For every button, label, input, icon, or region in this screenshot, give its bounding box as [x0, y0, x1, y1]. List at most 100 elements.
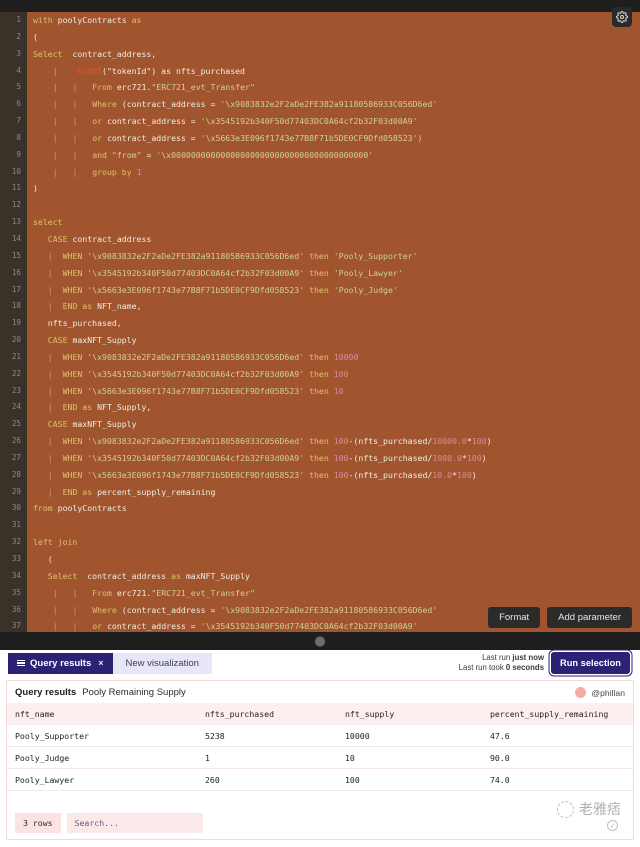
last-run-line: Last run just now — [482, 652, 545, 662]
code-line[interactable]: 30 from poolyContracts — [0, 500, 640, 518]
code-line[interactable]: 22 | WHEN '\x3545192b340F50d77403DC0A64c… — [0, 365, 640, 383]
code-line[interactable]: 29 | END as percent_supply_remaining — [0, 483, 640, 501]
code-line[interactable]: 9 | | and "from" = '\x000000000000000000… — [0, 146, 640, 164]
search-input[interactable] — [66, 813, 203, 833]
code-text[interactable]: | | Where (contract_address = '\x9083832… — [27, 96, 640, 114]
code-line[interactable]: 7 | | or contract_address = '\x3545192b3… — [0, 113, 640, 130]
editor-resize-handle[interactable] — [314, 636, 326, 647]
code-text[interactable]: CASE maxNFT_Supply — [27, 332, 640, 349]
line-number: 26 — [0, 433, 27, 450]
line-number: 15 — [0, 247, 27, 265]
sql-editor[interactable]: 1 with poolyContracts as 2(3 Select contrac… — [0, 0, 640, 650]
code-line[interactable]: 24 | END as NFT_Supply, — [0, 399, 640, 417]
code-text[interactable]: | COUNT("tokenId") as nfts_purchased — [27, 62, 640, 80]
code-text[interactable]: | WHEN '\x9083832e2F2aDe2FE382a911805869… — [27, 433, 640, 450]
line-number: 35 — [0, 584, 27, 602]
code-line[interactable]: 12 — [0, 197, 640, 215]
code-line[interactable]: 31 — [0, 517, 640, 535]
code-text[interactable]: | | or contract_address = '\x3545192b340… — [27, 113, 640, 130]
table-row: Pooly_Supporter 5238 10000 47.6 — [7, 725, 633, 747]
line-number: 12 — [0, 197, 27, 215]
code-text[interactable]: ( — [27, 28, 640, 46]
column-header[interactable]: nft_supply — [337, 703, 482, 725]
code-line[interactable]: 20 CASE maxNFT_Supply — [0, 332, 640, 349]
code-line[interactable]: 3 Select contract_address, — [0, 45, 640, 63]
code-text[interactable]: | WHEN '\x3545192b340F50d77403DC0A64cf2b… — [27, 264, 640, 282]
format-button[interactable]: Format — [488, 607, 541, 628]
query-name: Pooly Remaining Supply — [82, 687, 186, 698]
code-line[interactable]: 28 | WHEN '\x5663e3E096f1743e77B8F71b5DE… — [0, 466, 640, 484]
code-line[interactable]: 33 ( — [0, 551, 640, 568]
close-icon[interactable]: × — [98, 658, 103, 668]
column-header[interactable]: nft_name — [7, 703, 197, 725]
code-text[interactable]: | | From erc721."ERC721_evt_Transfer" — [27, 79, 640, 97]
run-metadata: Last run just now Last run took 0 second… — [459, 653, 551, 674]
code-line[interactable]: 32 left join — [0, 534, 640, 551]
code-text[interactable]: ( — [27, 551, 640, 568]
code-line[interactable]: 6 | | Where (contract_address = '\x90838… — [0, 96, 640, 114]
code-line[interactable]: 25 CASE maxNFT_Supply — [0, 416, 640, 434]
code-text[interactable]: ) — [27, 180, 640, 198]
line-number: 29 — [0, 483, 27, 501]
line-number: 24 — [0, 399, 27, 417]
code-line[interactable]: 27 | WHEN '\x3545192b340F50d77403DC0A64c… — [0, 449, 640, 467]
column-header[interactable]: nfts_purchased — [197, 703, 337, 725]
run-selection-button[interactable]: Run selection — [551, 652, 630, 674]
code-text[interactable]: left join — [27, 534, 640, 551]
code-text[interactable]: | WHEN '\x5663e3E096f1743e77B8F71b5DE0CF… — [27, 281, 640, 299]
code-text[interactable]: | WHEN '\x3545192b340F50d77403DC0A64cf2b… — [27, 449, 640, 467]
line-number: 1 — [0, 12, 27, 29]
watermark-text: 老雅痞 — [579, 802, 621, 818]
code-text[interactable]: CASE maxNFT_Supply — [27, 416, 640, 434]
code-text[interactable]: | END as NFT_name, — [27, 298, 640, 316]
code-text[interactable]: | | or contract_address = '\x5663e3E096f… — [27, 129, 640, 147]
code-text[interactable]: | WHEN '\x9083832e2F2aDe2FE382a911805869… — [27, 247, 640, 265]
code-line[interactable]: 13 select — [0, 214, 640, 231]
code-line[interactable]: 2( — [0, 28, 640, 46]
cell-nfts-purchased: 1 — [197, 746, 337, 769]
code-line[interactable]: 35 | | From erc721."ERC721_evt_Transfer" — [0, 584, 640, 602]
tab-query-results[interactable]: Query results × — [8, 652, 113, 674]
code-line[interactable]: 10 | | group by 1 — [0, 163, 640, 181]
gear-icon[interactable] — [612, 7, 632, 27]
code-line[interactable]: 14 CASE contract_address — [0, 230, 640, 248]
code-line[interactable]: 16 | WHEN '\x3545192b340F50d77403DC0A64c… — [0, 264, 640, 282]
code-line[interactable]: 4 | COUNT("tokenId") as nfts_purchased — [0, 62, 640, 80]
column-header[interactable]: percent_supply_remaining — [482, 703, 633, 725]
code-text[interactable]: | | and "from" = '\x00000000000000000000… — [27, 146, 640, 164]
code-lines-container[interactable]: 1 with poolyContracts as 2(3 Select contrac… — [0, 12, 640, 632]
code-line[interactable]: 18 | END as NFT_name, — [0, 298, 640, 316]
line-number: 21 — [0, 348, 27, 366]
code-text[interactable]: Select contract_address as maxNFT_Supply — [27, 567, 640, 585]
code-text[interactable] — [27, 517, 640, 535]
code-line[interactable]: 21 | WHEN '\x9083832e2F2aDe2FE382a911805… — [0, 348, 640, 366]
code-text[interactable] — [27, 197, 640, 215]
code-text[interactable]: | | From erc721."ERC721_evt_Transfer" — [27, 584, 640, 602]
tab-new-visualization[interactable]: New visualization — [112, 652, 212, 674]
code-line[interactable]: 5 | | From erc721."ERC721_evt_Transfer" — [0, 79, 640, 97]
code-text[interactable]: | WHEN '\x5663e3E096f1743e77B8F71b5DE0CF… — [27, 382, 640, 400]
code-text[interactable]: nfts_purchased, — [27, 315, 640, 333]
code-text[interactable]: | | group by 1 — [27, 163, 640, 181]
code-text[interactable]: | WHEN '\x9083832e2F2aDe2FE382a911805869… — [27, 348, 640, 366]
code-text[interactable]: CASE contract_address — [27, 230, 640, 248]
code-text[interactable]: with poolyContracts as — [27, 12, 640, 29]
code-line[interactable]: 15 | WHEN '\x9083832e2F2aDe2FE382a911805… — [0, 247, 640, 265]
code-text[interactable]: | WHEN '\x3545192b340F50d77403DC0A64cf2b… — [27, 365, 640, 383]
code-line[interactable]: 34 Select contract_address as maxNFT_Sup… — [0, 567, 640, 585]
code-line[interactable]: 26 | WHEN '\x9083832e2F2aDe2FE382a911805… — [0, 433, 640, 450]
code-text[interactable]: | WHEN '\x5663e3E096f1743e77B8F71b5DE0CF… — [27, 466, 640, 484]
code-line[interactable]: 19 nfts_purchased, — [0, 315, 640, 333]
code-line[interactable]: 1 with poolyContracts as — [0, 12, 640, 29]
code-line[interactable]: 23 | WHEN '\x5663e3E096f1743e77B8F71b5DE… — [0, 382, 640, 400]
code-line[interactable]: 8 | | or contract_address = '\x5663e3E09… — [0, 129, 640, 147]
last-run-took-line: Last run took 0 seconds — [458, 663, 545, 672]
code-text[interactable]: select — [27, 214, 640, 231]
code-text[interactable]: from poolyContracts — [27, 500, 640, 518]
code-text[interactable]: Select contract_address, — [27, 45, 640, 63]
code-line[interactable]: 17 | WHEN '\x5663e3E096f1743e77B8F71b5DE… — [0, 281, 640, 299]
add-parameter-button[interactable]: Add parameter — [547, 607, 632, 628]
code-line[interactable]: 11) — [0, 180, 640, 198]
code-text[interactable]: | END as NFT_Supply, — [27, 399, 640, 417]
code-text[interactable]: | END as percent_supply_remaining — [27, 483, 640, 501]
